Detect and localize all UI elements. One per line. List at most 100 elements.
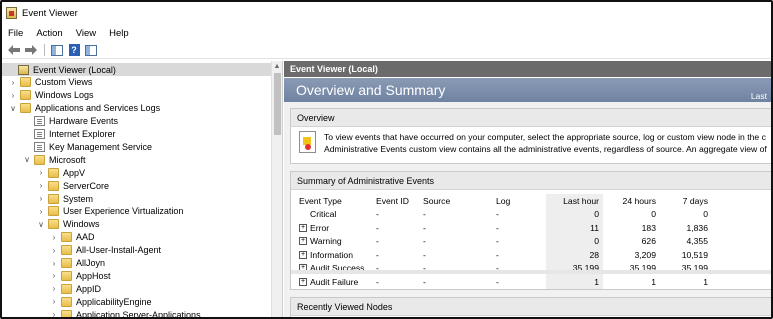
event-type-wrapper: + Warning bbox=[299, 236, 376, 246]
menu-help[interactable]: Help bbox=[109, 28, 129, 39]
tree-item-label: Event Viewer (Local) bbox=[33, 64, 116, 75]
summary-row[interactable]: + Warning - - -0 626 4,355 bbox=[299, 234, 712, 248]
tree-item[interactable]: › Application Server-Applications bbox=[2, 308, 201, 317]
tree-item[interactable]: › Custom Views bbox=[2, 76, 92, 89]
tree-item[interactable]: › ServerCore bbox=[2, 179, 109, 192]
expand-chevron-icon[interactable]: › bbox=[36, 194, 46, 203]
toolbar: ? bbox=[2, 42, 771, 59]
col-event-type[interactable]: Event Type bbox=[299, 194, 376, 208]
folder-icon bbox=[20, 77, 31, 88]
details-pane-header: Event Viewer (Local) bbox=[284, 61, 771, 77]
log-cell: - bbox=[496, 236, 499, 247]
expand-plus-icon[interactable]: + bbox=[299, 250, 307, 259]
folder-icon bbox=[34, 154, 45, 165]
folder-icon bbox=[61, 232, 72, 243]
menu-action[interactable]: Action bbox=[36, 28, 62, 39]
event-viewer-app-icon bbox=[6, 7, 17, 19]
tree-item[interactable]: Hardware Events bbox=[2, 115, 118, 128]
show-hide-action-pane-button[interactable] bbox=[84, 44, 98, 57]
col-event-id[interactable]: Event ID bbox=[376, 194, 423, 208]
details-pane: Event Viewer (Local) Overview and Summar… bbox=[284, 61, 771, 317]
expand-chevron-icon[interactable]: › bbox=[49, 233, 59, 242]
tree-item[interactable]: › AllJoyn bbox=[2, 257, 105, 270]
help-button[interactable]: ? bbox=[67, 44, 81, 57]
tree-item[interactable]: › User Experience Virtualization bbox=[2, 205, 183, 218]
expand-chevron-icon[interactable]: › bbox=[36, 207, 46, 216]
summary-section-header[interactable]: Summary of Administrative Events bbox=[291, 172, 771, 190]
summary-row[interactable]: + Audit Failure - - -1 1 1 bbox=[299, 275, 712, 289]
expand-chevron-icon[interactable]: › bbox=[49, 284, 59, 293]
summary-horizontal-scrollbar[interactable] bbox=[291, 270, 771, 274]
tree-item[interactable]: › AppV bbox=[2, 166, 85, 179]
log-cell: - bbox=[496, 249, 499, 260]
tree-item[interactable]: Event Viewer (Local) bbox=[2, 63, 271, 76]
tree-item-label: Windows bbox=[63, 219, 100, 230]
tree-item[interactable]: › AppHost bbox=[2, 269, 111, 282]
tree-item[interactable]: Internet Explorer bbox=[2, 128, 116, 141]
expand-chevron-icon[interactable]: › bbox=[49, 271, 59, 280]
tree-item[interactable]: › AAD bbox=[2, 231, 95, 244]
expand-chevron-icon[interactable]: › bbox=[8, 78, 18, 87]
details-body: Overview To view events that have occurr… bbox=[284, 102, 771, 317]
folder-icon bbox=[48, 206, 59, 217]
scroll-up-icon[interactable]: ▲ bbox=[272, 61, 282, 72]
event-type-cell: + Information bbox=[299, 248, 376, 262]
last-24-hours-cell: 3,209 bbox=[634, 249, 656, 260]
last-24-hours-cell: 0 bbox=[651, 209, 656, 220]
col-last-hour[interactable]: Last hour bbox=[546, 194, 603, 208]
collapse-chevron-icon[interactable]: ∨ bbox=[36, 220, 46, 229]
log-cell: - bbox=[496, 222, 499, 233]
source-cell: - bbox=[423, 276, 426, 287]
show-hide-console-tree-button[interactable] bbox=[50, 44, 64, 57]
last-hour-cell: 28 bbox=[546, 248, 603, 262]
folder-icon bbox=[61, 283, 72, 294]
recently-viewed-header[interactable]: Recently Viewed Nodes bbox=[291, 298, 771, 316]
event-type-cell: + Error bbox=[299, 221, 376, 235]
col-24-hours[interactable]: 24 hours bbox=[603, 194, 660, 208]
summary-section: Summary of Administrative Events Event T… bbox=[290, 171, 771, 290]
expand-plus-icon[interactable]: + bbox=[299, 237, 307, 246]
tree-item[interactable]: Key Management Service bbox=[2, 140, 152, 153]
col-log[interactable]: Log bbox=[496, 194, 546, 208]
overview-section-header[interactable]: Overview bbox=[291, 109, 771, 127]
tree-item[interactable]: › AppID bbox=[2, 282, 101, 295]
expand-chevron-icon[interactable]: › bbox=[36, 181, 46, 190]
tree-item-label: Custom Views bbox=[35, 77, 93, 88]
forward-arrow-icon bbox=[25, 45, 37, 55]
back-button[interactable] bbox=[7, 44, 21, 57]
tree-scrollbar[interactable]: ▲ bbox=[271, 61, 282, 317]
last-24-hours-cell: 1 bbox=[651, 276, 656, 287]
expand-chevron-icon[interactable]: › bbox=[49, 310, 59, 317]
tree-item[interactable]: › System bbox=[2, 192, 93, 205]
tree-item[interactable]: ∨ Applications and Services Logs bbox=[2, 102, 160, 115]
collapse-chevron-icon[interactable]: ∨ bbox=[22, 155, 32, 164]
col-7-days[interactable]: 7 days bbox=[660, 194, 712, 208]
console-tree-icon bbox=[51, 44, 63, 56]
summary-row[interactable]: Critical - - - 0 0 0 bbox=[299, 207, 712, 221]
forward-button[interactable] bbox=[24, 44, 38, 57]
collapse-chevron-icon[interactable]: ∨ bbox=[8, 104, 18, 113]
menu-file[interactable]: File bbox=[8, 28, 23, 39]
tree-item[interactable]: ∨ Windows bbox=[2, 218, 100, 231]
expand-chevron-icon[interactable]: › bbox=[8, 91, 18, 100]
last-7-days-cell: 10,519 bbox=[681, 249, 708, 260]
expand-chevron-icon[interactable]: › bbox=[49, 246, 59, 255]
menu-view[interactable]: View bbox=[76, 28, 96, 39]
col-source[interactable]: Source bbox=[423, 194, 496, 208]
folder-icon bbox=[61, 309, 72, 317]
expand-plus-icon[interactable]: + bbox=[299, 223, 307, 232]
scroll-thumb[interactable] bbox=[274, 73, 281, 135]
summary-row[interactable]: + Information - - -28 3,209 10,519 bbox=[299, 248, 712, 262]
tree-item[interactable]: › ApplicabilityEngine bbox=[2, 295, 152, 308]
tree-item[interactable]: ∨ Microsoft bbox=[2, 153, 86, 166]
summary-row[interactable]: + Error - - -11 183 1,836 bbox=[299, 221, 712, 235]
expand-chevron-icon[interactable]: › bbox=[49, 259, 59, 268]
tree-item-label: AppV bbox=[63, 167, 86, 178]
expand-chevron-icon[interactable]: › bbox=[36, 168, 46, 177]
expand-plus-icon[interactable]: + bbox=[299, 277, 307, 286]
tree-item[interactable]: › All-User-Install-Agent bbox=[2, 244, 161, 257]
tree-item[interactable]: › Windows Logs bbox=[2, 89, 94, 102]
action-pane-icon bbox=[85, 44, 97, 56]
event-log-icon bbox=[34, 141, 45, 152]
expand-chevron-icon[interactable]: › bbox=[49, 297, 59, 306]
